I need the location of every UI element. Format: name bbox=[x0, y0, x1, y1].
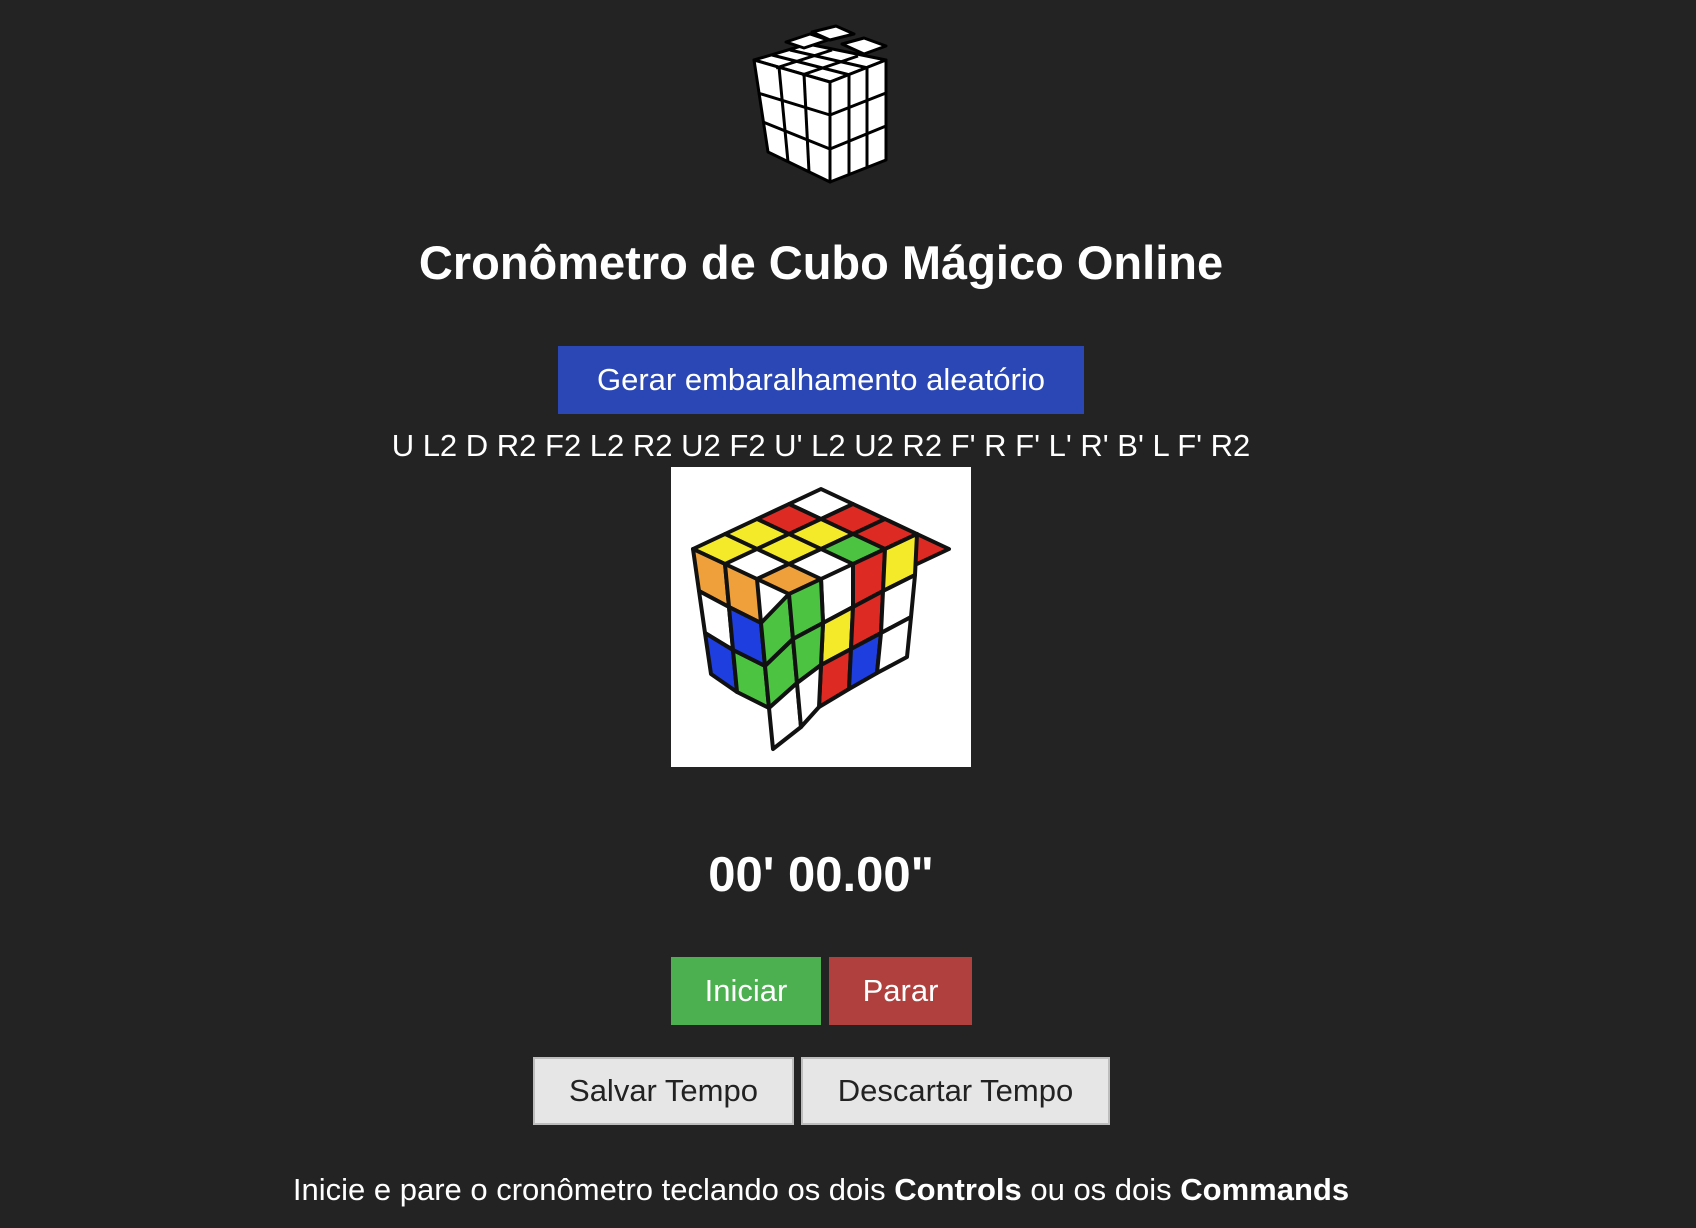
stop-button[interactable]: Parar bbox=[829, 957, 972, 1025]
hint-text-2: ou os dois bbox=[1021, 1172, 1181, 1207]
rubiks-cube-logo-icon bbox=[752, 24, 888, 184]
timer-display: 00' 00.00" bbox=[708, 848, 934, 902]
hint-key-controls: Controls bbox=[894, 1172, 1022, 1207]
hint-text-1: Inicie e pare o cronômetro teclando os d… bbox=[292, 1172, 895, 1207]
scramble-sequence: U L2 D R2 F2 L2 R2 U2 F2 U' L2 U2 R2 F' … bbox=[391, 428, 1251, 463]
generate-scramble-button[interactable]: Gerar embaralhamento aleatório bbox=[558, 346, 1084, 414]
page-title: Cronômetro de Cubo Mágico Online bbox=[418, 236, 1224, 289]
start-button[interactable]: Iniciar bbox=[671, 957, 821, 1025]
hint-key-commands: Commands bbox=[1180, 1172, 1350, 1207]
save-time-button[interactable]: Salvar Tempo bbox=[533, 1057, 794, 1125]
scrambled-cube-preview-image bbox=[671, 467, 971, 767]
page: Cronômetro de Cubo Mágico Online Gerar e… bbox=[0, 0, 1696, 1228]
keyboard-hint: Inicie e pare o cronômetro teclando os d… bbox=[0, 1168, 1642, 1212]
discard-time-button[interactable]: Descartar Tempo bbox=[801, 1057, 1110, 1125]
